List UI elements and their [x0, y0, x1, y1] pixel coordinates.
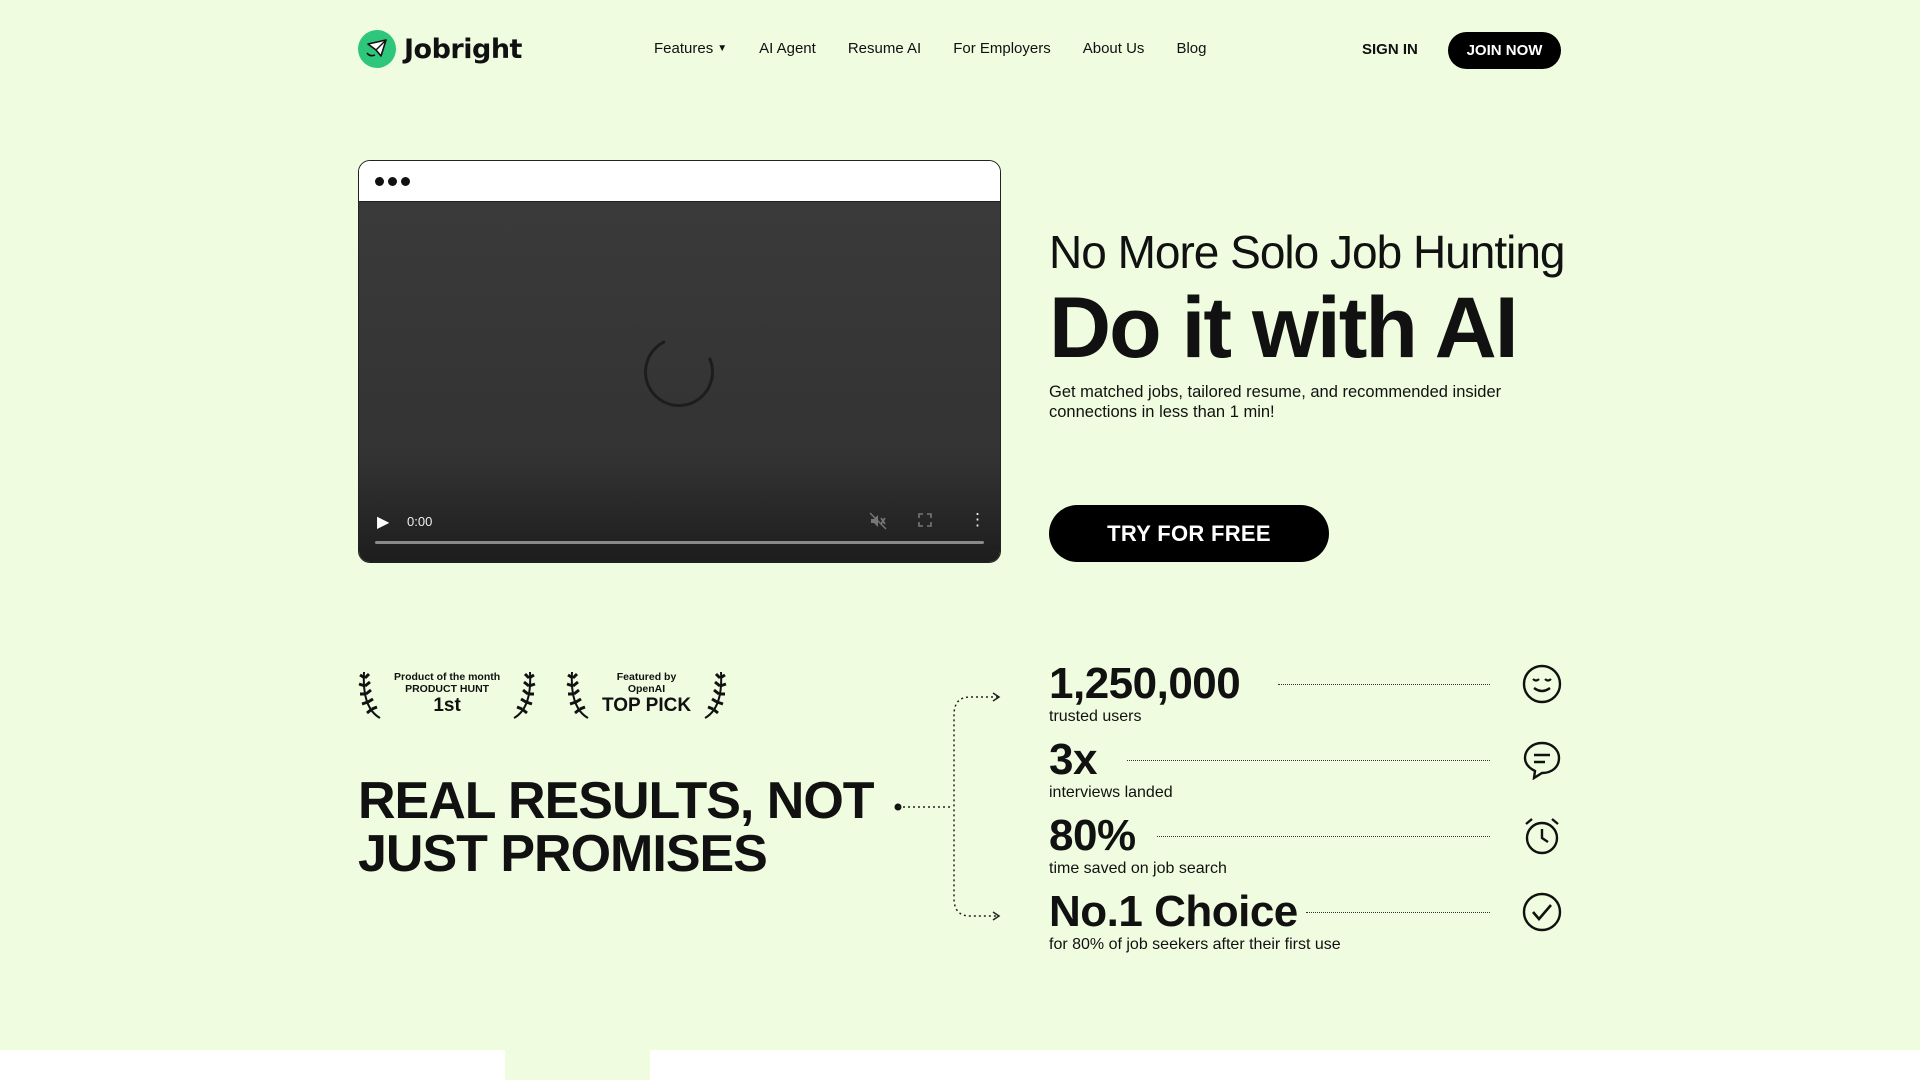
- nav-item-label: For Employers: [953, 40, 1051, 57]
- video-player[interactable]: ▶ 0:00 ⋮: [359, 202, 1000, 562]
- video-controls: ▶ 0:00 ⋮: [359, 502, 1000, 542]
- stat-label: for 80% of job seekers after their first…: [1049, 936, 1341, 953]
- nav-item-for-employers[interactable]: For Employers: [953, 40, 1051, 57]
- badge-text: Featured by OpenAI TOP PICK: [596, 671, 697, 717]
- alarm-clock-icon: [1525, 818, 1559, 855]
- product-hunt-badge: Product of the month PRODUCT HUNT 1st: [358, 666, 536, 722]
- dotted-divider: [1127, 760, 1490, 761]
- section-divider: [0, 1050, 505, 1080]
- window-titlebar: [359, 161, 1000, 202]
- join-now-button[interactable]: JOIN NOW: [1448, 32, 1561, 69]
- badge-caption: Product of the month: [394, 671, 501, 683]
- window-dots-icon: [375, 177, 410, 186]
- dotted-divider: [1278, 684, 1490, 685]
- video-window: ▶ 0:00 ⋮: [358, 160, 1001, 563]
- nav-item-label: Blog: [1176, 40, 1207, 57]
- landing-page: Jobright Features ▼ AI Agent Resume AI F…: [0, 0, 1920, 1080]
- hero-subtitle: No More Solo Job Hunting: [1049, 226, 1566, 278]
- stat-value: 3x: [1049, 735, 1097, 784]
- try-for-free-button[interactable]: TRY FOR FREE: [1049, 505, 1329, 562]
- bracket-connector-icon: [894, 692, 1001, 921]
- dotted-divider: [1306, 912, 1490, 913]
- muted-icon[interactable]: [869, 512, 887, 535]
- badge-rank: TOP PICK: [602, 695, 692, 716]
- video-progress-bar[interactable]: [375, 541, 984, 544]
- section-divider: [650, 1050, 1920, 1080]
- laurel-right-icon: [513, 671, 536, 719]
- stat-time-saved: 80% time saved on job search: [1049, 814, 1562, 884]
- fullscreen-icon[interactable]: [917, 512, 933, 533]
- nav-item-ai-agent[interactable]: AI Agent: [759, 40, 816, 57]
- brand-name: Jobright: [404, 33, 522, 65]
- nav-item-label: About Us: [1082, 40, 1145, 57]
- stat-value: 80%: [1049, 811, 1136, 860]
- nav-links: Features ▼ AI Agent Resume AI For Employ…: [654, 40, 1206, 57]
- stat-interviews: 3x interviews landed: [1049, 738, 1562, 808]
- more-options-icon[interactable]: ⋮: [969, 510, 986, 530]
- hero-title: Do it with AI: [1049, 280, 1519, 376]
- laurel-left-icon: [358, 671, 381, 719]
- stat-value: 1,250,000: [1049, 659, 1241, 708]
- badge-caption: Featured by: [616, 671, 677, 683]
- nav-item-resume-ai[interactable]: Resume AI: [848, 40, 921, 57]
- nav-item-features[interactable]: Features ▼: [654, 40, 727, 57]
- nav-item-label: AI Agent: [759, 40, 816, 57]
- stat-label: trusted users: [1049, 708, 1142, 725]
- dotted-divider: [1157, 836, 1490, 837]
- play-icon[interactable]: ▶: [377, 512, 389, 532]
- stat-trusted-users: 1,250,000 trusted users: [1049, 662, 1562, 732]
- laurel-right-icon: [704, 671, 727, 719]
- video-time: 0:00: [407, 514, 433, 529]
- results-heading: REAL RESULTS, NOT JUST PROMISES: [358, 772, 875, 883]
- badge-rank: 1st: [433, 695, 461, 716]
- smile-icon: [1522, 664, 1562, 704]
- stat-label: time saved on job search: [1049, 860, 1227, 877]
- loading-spinner-icon: [634, 327, 724, 417]
- brand-logo[interactable]: Jobright: [358, 30, 522, 68]
- chat-icon: [1523, 741, 1561, 780]
- caret-down-icon: ▼: [717, 43, 728, 54]
- top-nav: Jobright Features ▼ AI Agent Resume AI F…: [358, 30, 1562, 70]
- badge-source: PRODUCT HUNT: [405, 683, 490, 695]
- badge-text: Product of the month PRODUCT HUNT 1st: [388, 671, 506, 717]
- badge-source: OpenAI: [627, 683, 666, 695]
- openai-badge: Featured by OpenAI TOP PICK: [566, 666, 727, 722]
- laurel-left-icon: [566, 671, 589, 719]
- nav-item-blog[interactable]: Blog: [1176, 40, 1206, 57]
- stat-label: interviews landed: [1049, 784, 1173, 801]
- logo-icon: [358, 30, 396, 68]
- check-circle-icon: [1522, 892, 1562, 932]
- nav-item-label: Features: [654, 40, 714, 57]
- sign-in-link[interactable]: SIGN IN: [1362, 41, 1418, 58]
- stat-no1-choice: No.1 Choice for 80% of job seekers after…: [1049, 890, 1562, 960]
- hero-description: Get matched jobs, tailored resume, and r…: [1049, 383, 1502, 421]
- stat-value: No.1 Choice: [1049, 887, 1298, 936]
- nav-item-about-us[interactable]: About Us: [1083, 40, 1145, 57]
- nav-item-label: Resume AI: [847, 40, 922, 57]
